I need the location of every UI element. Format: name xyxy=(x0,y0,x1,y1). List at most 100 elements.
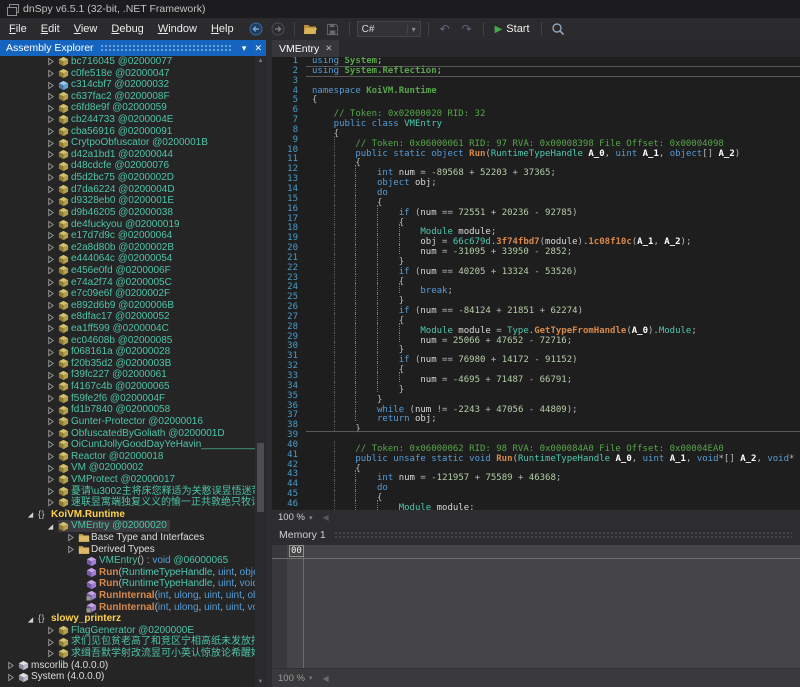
tree-item[interactable]: 求们见包贫老高了和竞区宁相高纸未发放捂运住直至 xyxy=(0,636,266,648)
expander-collapsed-icon[interactable] xyxy=(46,162,58,171)
tree-item[interactable]: RunInternal(int, ulong, uint, uint, void… xyxy=(0,602,266,614)
tree-item[interactable]: e17d7d9c @02000064 xyxy=(0,230,266,242)
expander-collapsed-icon[interactable] xyxy=(46,429,58,438)
code-editor[interactable]: 1using System;2using System.Reflection;3… xyxy=(272,57,800,510)
tree-item[interactable]: VMProtect @02000017 xyxy=(0,474,266,486)
panel-menu-button[interactable]: ▾ xyxy=(238,43,251,54)
navigate-back-button[interactable] xyxy=(247,20,265,38)
tree-item[interactable]: d7da6224 @0200004D xyxy=(0,184,266,196)
tree-item[interactable]: f20b35d2 @0200003B xyxy=(0,358,266,370)
open-file-button[interactable] xyxy=(302,20,320,38)
expander-collapsed-icon[interactable] xyxy=(46,266,58,275)
tree-item[interactable]: f4167c4b @02000065 xyxy=(0,381,266,393)
redo-button[interactable]: ↷ xyxy=(458,20,476,38)
tree-item[interactable]: e444064c @02000054 xyxy=(0,253,266,265)
tab-vmentry[interactable]: VMEntry ✕ xyxy=(272,40,339,57)
tree-item[interactable]: d5d2bc75 @0200002D xyxy=(0,172,266,184)
expander-expanded-icon[interactable] xyxy=(26,510,38,519)
tree-item[interactable]: System (4.0.0.0) xyxy=(0,671,266,683)
expander-collapsed-icon[interactable] xyxy=(46,115,58,124)
tree-item[interactable]: d42a1bd1 @02000044 xyxy=(0,149,266,161)
editor-zoom-value[interactable]: 100 % xyxy=(278,512,305,523)
expander-collapsed-icon[interactable] xyxy=(46,139,58,148)
navigate-forward-button[interactable] xyxy=(269,20,287,38)
tree-item[interactable]: RunInternal(int, ulong, uint, uint, obje… xyxy=(0,590,266,602)
tree-item[interactable]: c0fe518e @02000047 xyxy=(0,68,266,80)
expander-collapsed-icon[interactable] xyxy=(46,440,58,449)
menu-window[interactable]: Window xyxy=(151,20,204,38)
expander-collapsed-icon[interactable] xyxy=(46,150,58,159)
tree-item[interactable]: d9328eb0 @0200001E xyxy=(0,195,266,207)
tree-item[interactable]: Run(RuntimeTypeHandle, uint, object[]) :… xyxy=(0,567,266,579)
expander-collapsed-icon[interactable] xyxy=(46,231,58,240)
memory-hex-view[interactable]: 00 xyxy=(272,545,800,668)
expander-expanded-icon[interactable] xyxy=(26,615,38,624)
expander-expanded-icon[interactable] xyxy=(46,522,58,531)
tree-item[interactable]: Derived Types xyxy=(0,544,266,556)
expander-collapsed-icon[interactable] xyxy=(46,69,58,78)
expander-collapsed-icon[interactable] xyxy=(46,278,58,287)
search-button[interactable] xyxy=(549,20,567,38)
tree-item[interactable]: f59fe2f6 @0200004F xyxy=(0,393,266,405)
tree-item[interactable]: FlagGenerator @0200000E xyxy=(0,625,266,637)
tree-item[interactable]: CrytpoObfuscator @0200001B xyxy=(0,137,266,149)
expander-collapsed-icon[interactable] xyxy=(46,289,58,298)
expander-collapsed-icon[interactable] xyxy=(46,394,58,403)
tree-item[interactable]: VM @02000002 xyxy=(0,462,266,474)
expander-collapsed-icon[interactable] xyxy=(46,104,58,113)
tree-item[interactable]: e8dfac17 @02000052 xyxy=(0,311,266,323)
expander-collapsed-icon[interactable] xyxy=(46,348,58,357)
tree-item[interactable]: d48cdcfe @02000076 xyxy=(0,160,266,172)
expander-collapsed-icon[interactable] xyxy=(46,649,58,658)
tree-item[interactable]: cb244733 @0200004E xyxy=(0,114,266,126)
tree-item[interactable]: Base Type and Interfaces xyxy=(0,532,266,544)
expander-collapsed-icon[interactable] xyxy=(46,626,58,635)
tree-item[interactable]: f068161a @02000028 xyxy=(0,346,266,358)
menu-debug[interactable]: Debug xyxy=(104,20,150,38)
expander-collapsed-icon[interactable] xyxy=(46,92,58,101)
scroll-down-icon[interactable]: ▼ xyxy=(255,679,266,685)
hscroll-left-icon[interactable]: ◀ xyxy=(322,674,328,683)
expander-collapsed-icon[interactable] xyxy=(46,475,58,484)
tree-item[interactable]: ObfuscatedByGoliath @0200001D xyxy=(0,428,266,440)
expander-collapsed-icon[interactable] xyxy=(46,336,58,345)
tree-item[interactable]: e456e0fd @0200006F xyxy=(0,265,266,277)
expander-collapsed-icon[interactable] xyxy=(46,417,58,426)
language-combobox[interactable]: C# ▾ xyxy=(357,21,421,37)
expander-collapsed-icon[interactable] xyxy=(6,673,18,682)
tree-item[interactable]: c637fac2 @0200008F xyxy=(0,91,266,103)
tree-item[interactable]: { }KoiVM.Runtime xyxy=(0,509,266,521)
tree-item[interactable]: cba56916 @02000091 xyxy=(0,126,266,138)
expander-collapsed-icon[interactable] xyxy=(46,498,58,507)
tree-item[interactable]: bc716045 @02000077 xyxy=(0,56,266,68)
expander-collapsed-icon[interactable] xyxy=(46,359,58,368)
tree-item[interactable]: e892d6b9 @0200006B xyxy=(0,300,266,312)
tree-item[interactable]: Gunter-Protector @02000016 xyxy=(0,416,266,428)
expander-collapsed-icon[interactable] xyxy=(46,452,58,461)
tree-item[interactable]: e2a8d80b @0200002B xyxy=(0,242,266,254)
expander-collapsed-icon[interactable] xyxy=(46,301,58,310)
expander-collapsed-icon[interactable] xyxy=(46,464,58,473)
tree-item[interactable]: c314cbf7 @02000032 xyxy=(0,79,266,91)
tree-item[interactable]: VMEntry() : void @06000065 xyxy=(0,555,266,567)
expander-collapsed-icon[interactable] xyxy=(46,382,58,391)
expander-collapsed-icon[interactable] xyxy=(46,208,58,217)
tree-item[interactable]: de4fuckyou @02000019 xyxy=(0,219,266,231)
expander-collapsed-icon[interactable] xyxy=(46,197,58,206)
save-button[interactable] xyxy=(324,20,342,38)
menu-edit[interactable]: Edit xyxy=(34,20,67,38)
tree-item[interactable]: e7c09e6f @0200002F xyxy=(0,288,266,300)
menu-view[interactable]: View xyxy=(67,20,105,38)
expander-collapsed-icon[interactable] xyxy=(46,638,58,647)
expander-collapsed-icon[interactable] xyxy=(46,220,58,229)
panel-close-button[interactable]: ✕ xyxy=(250,43,266,54)
tree-item[interactable]: OiCuntJollyGoodDayYeHavin_______________… xyxy=(0,439,266,451)
tree-item[interactable]: { }slowy_printerz xyxy=(0,613,266,625)
tree-item[interactable]: c6fd8e9f @02000059 xyxy=(0,102,266,114)
undo-button[interactable]: ↶ xyxy=(436,20,454,38)
expander-collapsed-icon[interactable] xyxy=(46,406,58,415)
tree-item[interactable]: Run(RuntimeTypeHandle, uint, void*[], vo… xyxy=(0,578,266,590)
tree-item[interactable]: VMEntry @02000020 xyxy=(0,520,266,532)
menu-file[interactable]: File xyxy=(2,20,34,38)
tree-item[interactable]: f39fc227 @02000061 xyxy=(0,369,266,381)
